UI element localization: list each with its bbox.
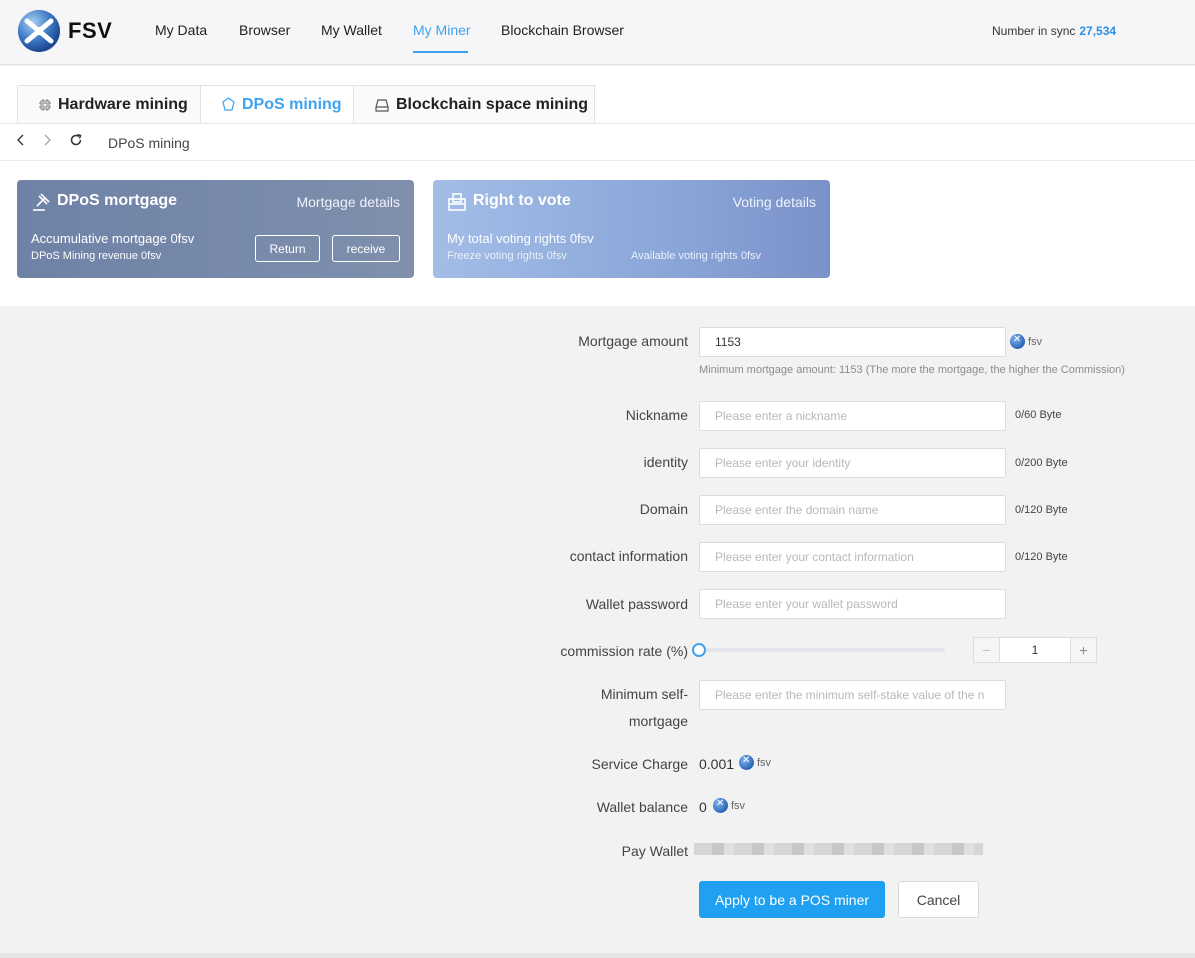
min-self-mortgage-label-line2: mortgage [628, 713, 688, 729]
identity-input[interactable] [699, 448, 1006, 478]
mortgage-unit: fsv [1010, 334, 1042, 349]
identity-counter: 0/200 Byte [1015, 457, 1068, 469]
nav-blockchain-browser[interactable]: Blockchain Browser [501, 22, 624, 38]
dpos-icon [222, 97, 235, 111]
min-self-mortgage-label-line1: Minimum self- [600, 686, 688, 702]
tab-label: Hardware mining [58, 96, 188, 113]
commission-stepper[interactable]: − 1 + [973, 637, 1097, 663]
tab-hardware-mining[interactable]: Hardware mining [17, 85, 201, 124]
mortgage-hint: Minimum mortgage amount: 1153 (The more … [699, 364, 1125, 376]
accumulative-mortgage: Accumulative mortgage 0fsv [31, 231, 195, 246]
fsv-coin-icon [713, 798, 728, 813]
nickname-input[interactable] [699, 401, 1006, 431]
dpos-mortgage-card: DPoS mortgage Mortgage details Accumulat… [17, 180, 414, 278]
contact-label: contact information [569, 548, 688, 564]
domain-counter: 0/120 Byte [1015, 504, 1068, 516]
fsv-coin-icon [739, 755, 754, 770]
top-nav-bar: FSV My Data Browser My Wallet My Miner B… [0, 0, 1195, 65]
card-title: Right to vote [473, 192, 571, 209]
nickname-counter: 0/60 Byte [1015, 409, 1062, 421]
fsv-coin-icon [1010, 334, 1025, 349]
active-nav-indicator [413, 51, 468, 53]
voting-details-link[interactable]: Voting details [733, 194, 816, 210]
apply-pos-miner-button[interactable]: Apply to be a POS miner [699, 881, 885, 918]
sync-number: 27,534 [1079, 24, 1117, 38]
nav-my-data[interactable]: My Data [155, 22, 207, 38]
commission-slider-handle[interactable] [692, 643, 706, 657]
total-voting-rights: My total voting rights 0fsv [447, 231, 594, 246]
tab-label: DPoS mining [242, 95, 342, 113]
receive-button[interactable]: receive [332, 235, 400, 262]
unit-label: fsv [757, 756, 772, 769]
wallet-balance-label: Wallet balance [596, 799, 688, 815]
tab-blockchain-space-mining[interactable]: Blockchain space mining [353, 85, 595, 124]
chip-icon [39, 99, 51, 111]
mortgage-amount-label: Mortgage amount [578, 333, 688, 349]
tab-label: Blockchain space mining [396, 96, 589, 113]
wallet-balance-unit: fsv [713, 798, 745, 813]
back-arrow-icon[interactable] [16, 133, 26, 150]
pay-wallet-address-redacted [694, 843, 983, 855]
freeze-voting-rights: Freeze voting rights 0fsv [447, 250, 567, 262]
service-charge-value: 0.001 [699, 756, 735, 772]
tab-dpos-mining[interactable]: DPoS mining [200, 85, 354, 124]
wallet-balance-value: 0 [699, 799, 707, 815]
service-charge-label: Service Charge [591, 756, 689, 772]
right-to-vote-card: Right to vote Voting details My total vo… [433, 180, 830, 278]
ballot-box-icon [448, 193, 466, 211]
bottom-divider [0, 953, 1195, 958]
min-self-mortgage-input[interactable] [699, 680, 1006, 710]
service-charge-unit: fsv [739, 755, 771, 770]
breadcrumb: DPoS mining [108, 135, 190, 151]
refresh-icon[interactable] [69, 133, 83, 150]
available-voting-rights: Available voting rights 0fsv [631, 250, 762, 262]
contact-input[interactable] [699, 542, 1006, 572]
contact-counter: 0/120 Byte [1015, 551, 1068, 563]
commission-slider-track[interactable] [700, 648, 945, 652]
increment-button[interactable]: + [1070, 638, 1096, 662]
domain-label: Domain [639, 501, 688, 517]
nav-my-miner[interactable]: My Miner [413, 22, 471, 38]
wallet-password-input[interactable] [699, 589, 1006, 619]
identity-label: identity [643, 454, 688, 470]
nickname-label: Nickname [625, 407, 688, 423]
dpos-mining-revenue: DPoS Mining revenue 0fsv [31, 250, 162, 262]
return-button[interactable]: Return [255, 235, 320, 262]
decrement-button[interactable]: − [974, 638, 1000, 662]
gavel-icon [33, 193, 50, 211]
unit-label: fsv [731, 799, 746, 812]
pay-wallet-label: Pay Wallet [621, 843, 688, 859]
stepper-value[interactable]: 1 [1000, 638, 1070, 662]
brand-name: FSV [68, 18, 113, 43]
commission-rate-label: commission rate (%) [560, 643, 688, 659]
wallet-password-label: Wallet password [585, 596, 688, 612]
mortgage-details-link[interactable]: Mortgage details [296, 194, 400, 210]
forward-arrow-icon[interactable] [42, 133, 52, 150]
nav-my-wallet[interactable]: My Wallet [321, 22, 382, 38]
fsv-logo-icon [18, 10, 60, 52]
storage-icon [375, 98, 389, 112]
card-title: DPoS mortgage [57, 192, 178, 209]
domain-input[interactable] [699, 495, 1006, 525]
sync-status: Number in sync 27,534 [992, 24, 1116, 38]
nav-browser[interactable]: Browser [239, 22, 290, 38]
unit-label: fsv [1028, 335, 1043, 348]
cancel-button[interactable]: Cancel [898, 881, 979, 918]
sync-label: Number in sync [992, 24, 1076, 38]
mortgage-amount-input[interactable] [699, 327, 1006, 357]
